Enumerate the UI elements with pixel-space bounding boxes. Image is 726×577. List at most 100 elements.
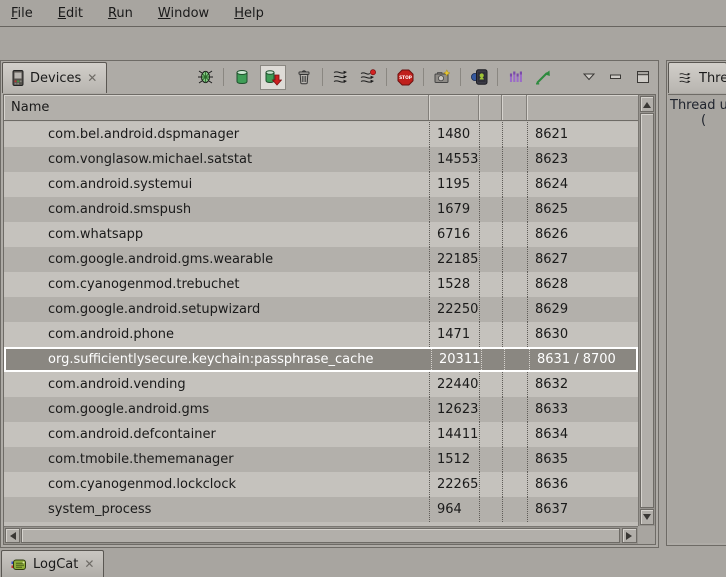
process-name: org.sufficientlysecure.keychain:passphra… xyxy=(6,349,431,370)
process-port: 8634 xyxy=(527,422,638,447)
threads-tabbar: Threads xyxy=(667,61,726,93)
table-row[interactable]: com.google.android.setupwizard 22250 862… xyxy=(4,297,638,322)
dump-hprof-icon[interactable] xyxy=(260,65,286,90)
threads-message-line1: Thread up xyxy=(670,98,726,113)
screen-capture-icon[interactable] xyxy=(433,68,451,86)
process-col4 xyxy=(502,472,527,497)
scroll-left-button[interactable] xyxy=(5,528,20,543)
process-name: com.android.systemui xyxy=(4,172,429,197)
process-pid: 12623 xyxy=(429,397,479,422)
process-col3 xyxy=(479,197,502,222)
table-row[interactable]: com.vonglasow.michael.satstat 14553 8623 xyxy=(4,147,638,172)
menu-window[interactable]: Window xyxy=(158,6,209,21)
horizontal-scroll-thumb[interactable] xyxy=(21,528,620,543)
process-col3 xyxy=(479,497,502,522)
scrollbar-corner xyxy=(638,526,655,544)
table-row[interactable]: com.android.vending 22440 8632 xyxy=(4,372,638,397)
maximize-icon[interactable] xyxy=(634,68,652,86)
process-pid: 22440 xyxy=(429,372,479,397)
process-name: com.bel.android.dspmanager xyxy=(4,122,429,147)
minimize-icon[interactable] xyxy=(607,68,625,86)
cause-gc-icon[interactable] xyxy=(295,68,313,86)
tab-threads[interactable]: Threads xyxy=(668,62,726,93)
process-col4 xyxy=(502,247,527,272)
process-col4 xyxy=(502,272,527,297)
toolbar-separator xyxy=(223,68,224,86)
view-menu-icon[interactable] xyxy=(580,68,598,86)
table-row[interactable]: com.tmobile.thememanager 1512 8635 xyxy=(4,447,638,472)
process-pid: 6716 xyxy=(429,222,479,247)
table-row[interactable]: com.android.smspush 1679 8625 xyxy=(4,197,638,222)
process-col3 xyxy=(479,447,502,472)
table-row[interactable]: system_process 964 8637 xyxy=(4,497,638,522)
process-pid: 964 xyxy=(429,497,479,522)
process-pid: 14411 xyxy=(429,422,479,447)
table-row[interactable]: com.whatsapp 6716 8626 xyxy=(4,222,638,247)
process-col3 xyxy=(479,372,502,397)
table-row[interactable]: com.cyanogenmod.trebuchet 1528 8628 xyxy=(4,272,638,297)
menu-help[interactable]: Help xyxy=(234,6,264,21)
table-row[interactable]: com.google.android.gms 12623 8633 xyxy=(4,397,638,422)
process-pid: 1471 xyxy=(429,322,479,347)
process-name: com.android.vending xyxy=(4,372,429,397)
debug-process-icon[interactable] xyxy=(196,68,214,86)
process-col4 xyxy=(504,349,529,370)
process-name: com.android.defcontainer xyxy=(4,422,429,447)
vertical-scrollbar[interactable] xyxy=(638,95,655,526)
process-port: 8628 xyxy=(527,272,638,297)
process-pid: 1679 xyxy=(429,197,479,222)
column-header-pid[interactable] xyxy=(429,95,479,120)
table-row[interactable]: com.android.defcontainer 14411 8634 xyxy=(4,422,638,447)
column-header-name[interactable]: Name xyxy=(4,95,429,120)
process-col3 xyxy=(479,222,502,247)
update-threads-icon[interactable] xyxy=(332,68,350,86)
process-col3 xyxy=(479,422,502,447)
device-systrace-icon[interactable] xyxy=(470,68,488,86)
process-pid: 22250 xyxy=(429,297,479,322)
toolbar-separator xyxy=(460,68,461,86)
start-method-profiling-icon[interactable] xyxy=(359,68,377,86)
opengl-trace-icon[interactable] xyxy=(534,68,552,86)
process-name: com.android.phone xyxy=(4,322,429,347)
column-header-port[interactable] xyxy=(527,95,638,120)
process-col4 xyxy=(502,322,527,347)
toolbar-separator xyxy=(322,68,323,86)
process-col4 xyxy=(502,122,527,147)
table-row[interactable]: com.android.systemui 1195 8624 xyxy=(4,172,638,197)
process-col3 xyxy=(479,172,502,197)
process-port: 8631 / 8700 xyxy=(529,349,636,370)
menu-edit[interactable]: Edit xyxy=(58,6,83,21)
process-name: com.android.smspush xyxy=(4,197,429,222)
scroll-right-button[interactable] xyxy=(622,528,637,543)
horizontal-scrollbar[interactable] xyxy=(4,526,638,544)
process-port: 8629 xyxy=(527,297,638,322)
process-pid: 22265 xyxy=(429,472,479,497)
arrow-down-icon xyxy=(643,514,651,524)
close-icon[interactable]: ✕ xyxy=(84,558,94,570)
process-name: com.vonglasow.michael.satstat xyxy=(4,147,429,172)
column-header-4[interactable] xyxy=(502,95,527,120)
table-row[interactable]: com.cyanogenmod.lockclock 22265 8636 xyxy=(4,472,638,497)
update-heap-icon[interactable] xyxy=(233,68,251,86)
devices-toolbar: STOP xyxy=(196,64,652,90)
process-col3 xyxy=(479,122,502,147)
process-col4 xyxy=(502,172,527,197)
toolbar-separator xyxy=(497,68,498,86)
menu-run[interactable]: Run xyxy=(108,6,133,21)
close-icon[interactable]: ✕ xyxy=(87,72,97,84)
menu-file[interactable]: File xyxy=(11,6,33,21)
scroll-up-button[interactable] xyxy=(640,96,654,112)
scroll-down-button[interactable] xyxy=(640,509,654,525)
table-row[interactable]: org.sufficientlysecure.keychain:passphra… xyxy=(4,347,638,372)
stop-process-icon[interactable]: STOP xyxy=(396,68,414,86)
tab-threads-label: Threads xyxy=(699,71,726,86)
table-row[interactable]: com.android.phone 1471 8630 xyxy=(4,322,638,347)
table-row[interactable]: com.google.android.gms.wearable 22185 86… xyxy=(4,247,638,272)
table-row[interactable]: com.bel.android.dspmanager 1480 8621 xyxy=(4,122,638,147)
tab-devices[interactable]: Devices ✕ xyxy=(2,62,107,93)
vertical-scroll-thumb[interactable] xyxy=(640,113,654,508)
capture-trace-icon[interactable] xyxy=(507,68,525,86)
tab-logcat[interactable]: LogCat ✕ xyxy=(1,550,104,577)
column-header-3[interactable] xyxy=(479,95,502,120)
process-port: 8626 xyxy=(527,222,638,247)
